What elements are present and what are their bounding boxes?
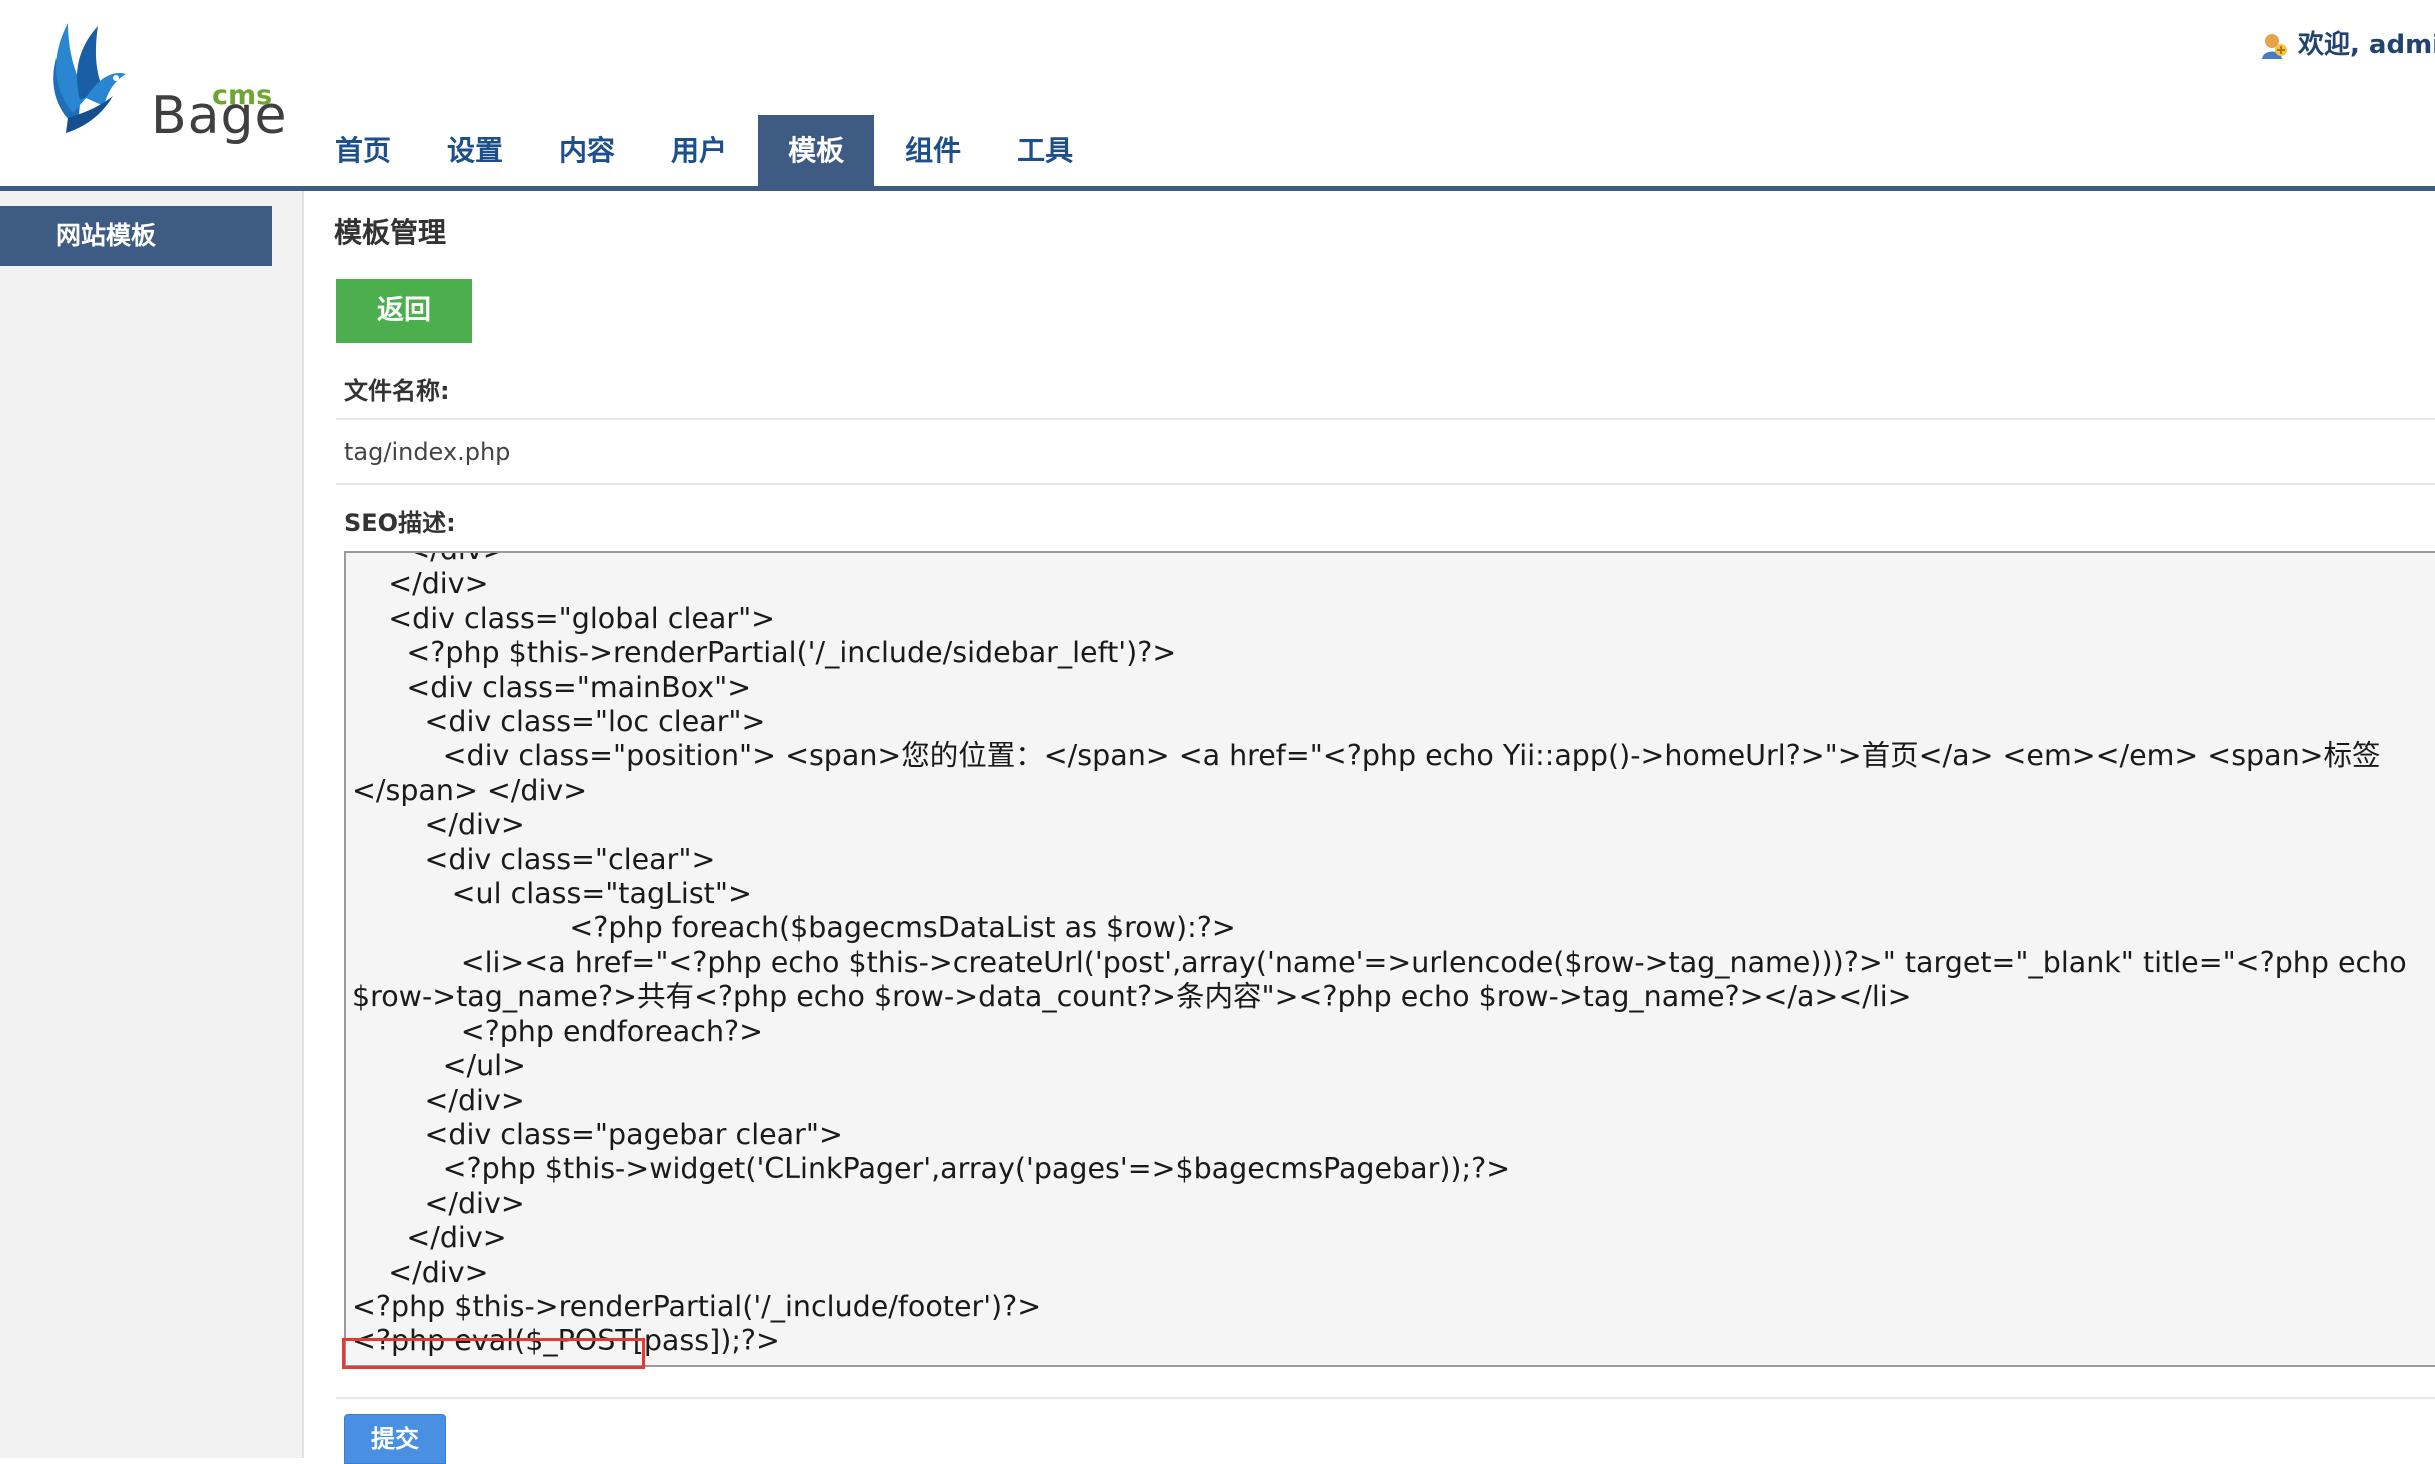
- code-line: <div class="global clear">: [352, 601, 776, 635]
- main-content: 模板管理 返回 文件名称: tag/index.php SEO描述: </div…: [304, 191, 2435, 1464]
- tab-users[interactable]: 用户: [646, 115, 752, 186]
- divider: [336, 1397, 2435, 1399]
- sidebar: 网站模板: [0, 191, 304, 1458]
- code-line: </span> </div>: [352, 773, 588, 807]
- code-line: <div class="clear">: [352, 842, 716, 876]
- tab-tools[interactable]: 工具: [992, 115, 1098, 186]
- main-nav: 首页 设置 内容 用户 模板 组件 工具: [310, 115, 1104, 186]
- page-title: 模板管理: [334, 216, 447, 249]
- code-line: <div class="position"> <span>您的位置：</span…: [352, 739, 2381, 773]
- code-line: </div>: [352, 553, 506, 566]
- tab-home[interactable]: 首页: [310, 115, 416, 186]
- template-code-editor[interactable]: </div> </div> <div class="global clear">…: [344, 551, 2435, 1367]
- code-line: <?php $this->widget('CLinkPager',array('…: [352, 1152, 1511, 1186]
- welcome-text: 欢迎, admin: [2298, 30, 2435, 60]
- template-code: </div> </div> <div class="global clear">…: [352, 553, 2407, 1359]
- code-line: </div>: [352, 1186, 525, 1220]
- code-line: </div>: [352, 567, 489, 601]
- welcome-user[interactable]: 欢迎, admin: [2260, 24, 2435, 61]
- filename-value: tag/index.php: [344, 438, 511, 466]
- code-line: </div>: [352, 808, 525, 842]
- code-line: <div class="loc clear">: [352, 705, 766, 739]
- code-line: </ul>: [352, 1049, 526, 1083]
- sidebar-item-site-templates[interactable]: 网站模板: [0, 206, 272, 266]
- code-line: </div>: [352, 1255, 489, 1289]
- logo-superscript: cms: [212, 80, 273, 111]
- bagecms-logo[interactable]: Bage cms: [28, 18, 287, 146]
- code-line: <ul class="tagList">: [352, 877, 752, 911]
- code-line: <?php foreach($bagecmsDataList as $row):…: [352, 911, 1236, 945]
- code-line: <div class="pagebar clear">: [352, 1117, 843, 1151]
- back-button[interactable]: 返回: [336, 279, 472, 343]
- bird-logo-icon: [53, 23, 126, 133]
- tab-templates[interactable]: 模板: [758, 115, 875, 186]
- code-line: <div class="mainBox">: [352, 670, 752, 704]
- code-line: </div>: [352, 1221, 507, 1255]
- tab-components[interactable]: 组件: [880, 115, 986, 186]
- highlight-box: [342, 1338, 645, 1369]
- tab-settings[interactable]: 设置: [422, 115, 528, 186]
- filename-label: 文件名称:: [344, 377, 450, 405]
- header: Bage cms 欢迎, admin 首页 设置 内容 用户 模板 组件 工具: [0, 0, 2435, 191]
- code-line: <?php endforeach?>: [352, 1014, 764, 1048]
- code-line: <?php $this->renderPartial('/_include/fo…: [352, 1289, 1042, 1323]
- divider: [336, 483, 2435, 485]
- divider: [336, 418, 2435, 420]
- seo-description-label: SEO描述:: [344, 509, 456, 537]
- code-line: </div>: [352, 1083, 525, 1117]
- code-line: <?php $this->renderPartial('/_include/si…: [352, 636, 1177, 670]
- code-line: $row->tag_name?>共有<?php echo $row->data_…: [352, 980, 1912, 1014]
- user-icon: [2262, 33, 2287, 59]
- code-line: <li><a href="<?php echo $this->createUrl…: [352, 945, 2407, 979]
- tab-content[interactable]: 内容: [534, 115, 640, 186]
- submit-button[interactable]: 提交: [344, 1414, 446, 1464]
